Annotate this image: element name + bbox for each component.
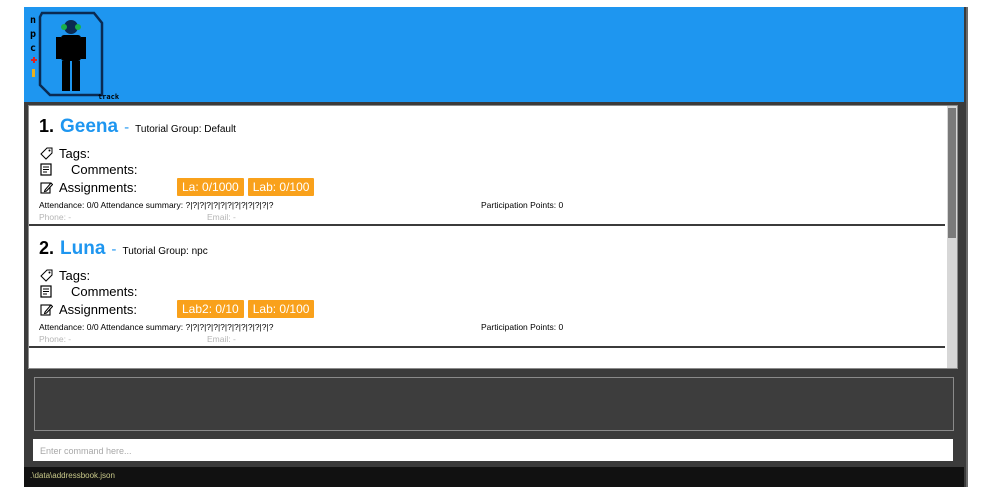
tags-label: Tags:: [59, 146, 91, 161]
logo-letter-p: p: [30, 29, 36, 40]
card-header: 1. Geena - Tutorial Group: Default: [39, 116, 236, 138]
list-scrollbar[interactable]: [947, 106, 957, 368]
tag-icon: [39, 269, 53, 283]
assignment-chip: La: 0/1000: [177, 178, 244, 196]
participation-points: Participation Points: 0: [481, 200, 564, 210]
logo-letter-n: n: [30, 15, 36, 26]
logo-icon: n p c: [28, 11, 104, 99]
tags-label: Tags:: [59, 268, 91, 283]
scrollbar-thumb[interactable]: [948, 108, 956, 238]
name-separator: -: [124, 120, 130, 136]
assignments-label: Assignments:: [59, 179, 138, 195]
assignments-row: Assignments: Lab2: 0/10 Lab: 0/100: [39, 300, 318, 318]
person-card[interactable]: 2. Luna - Tutorial Group: npc Tags: Comm…: [29, 228, 945, 348]
result-display: [34, 377, 954, 431]
person-list[interactable]: 1. Geena - Tutorial Group: Default Tags:…: [28, 105, 958, 369]
assignment-icon: [39, 180, 53, 194]
contact-row: Phone: - Email: -: [39, 334, 236, 344]
comments-row: Comments:: [39, 284, 137, 299]
comment-icon: [39, 163, 53, 177]
assignment-chip: Lab: 0/100: [247, 178, 315, 196]
contact-row: Phone: - Email: -: [39, 212, 236, 222]
card-header: 2. Luna - Tutorial Group: npc: [39, 238, 208, 260]
phone-text: Phone: -: [39, 334, 72, 344]
person-index: 1.: [39, 116, 55, 136]
tutorial-group: Tutorial Group: Default: [135, 124, 236, 135]
attendance-text: Attendance: 0/0 Attendance summary: ?|?|…: [39, 322, 274, 332]
status-bar: .\data\addressbook.json: [24, 467, 964, 487]
tutorial-group: Tutorial Group: npc: [122, 246, 208, 257]
person-index: 2.: [39, 238, 55, 258]
command-input[interactable]: [33, 440, 953, 462]
phone-text: Phone: -: [39, 212, 72, 222]
logo-letter-c: c: [30, 43, 36, 54]
assignment-icon: [39, 302, 53, 316]
comments-label: Comments:: [71, 284, 138, 299]
comment-icon: [39, 285, 53, 299]
attendance-text: Attendance: 0/0 Attendance summary: ?|?|…: [39, 200, 274, 210]
person-card[interactable]: 1. Geena - Tutorial Group: Default Tags:…: [29, 106, 945, 226]
tags-row: Tags:: [39, 268, 90, 283]
email-text: Email: -: [207, 334, 236, 344]
command-box[interactable]: [33, 439, 953, 462]
comments-label: Comments:: [71, 162, 138, 177]
email-text: Email: -: [207, 212, 236, 222]
tags-row: Tags:: [39, 146, 90, 161]
logo-track-text: track: [98, 93, 120, 101]
person-name: Geena: [60, 116, 119, 137]
assignment-chip: Lab: 0/100: [247, 300, 315, 318]
assignments-label: Assignments:: [59, 301, 138, 317]
assignment-chip: Lab2: 0/10: [177, 300, 244, 318]
tag-icon: [39, 147, 53, 161]
person-name: Luna: [60, 238, 106, 259]
participation-points: Participation Points: 0: [481, 322, 564, 332]
comments-row: Comments:: [39, 162, 137, 177]
app-logo: n p c track: [28, 11, 119, 101]
assignments-row: Assignments: La: 0/1000 Lab: 0/100: [39, 178, 318, 196]
app-window: n p c track 1. Geena - Tutorial Group: D…: [24, 7, 968, 487]
save-location-path: .\data\addressbook.json: [30, 471, 115, 480]
name-separator: -: [111, 242, 117, 258]
header-bar: n p c track: [24, 7, 964, 102]
